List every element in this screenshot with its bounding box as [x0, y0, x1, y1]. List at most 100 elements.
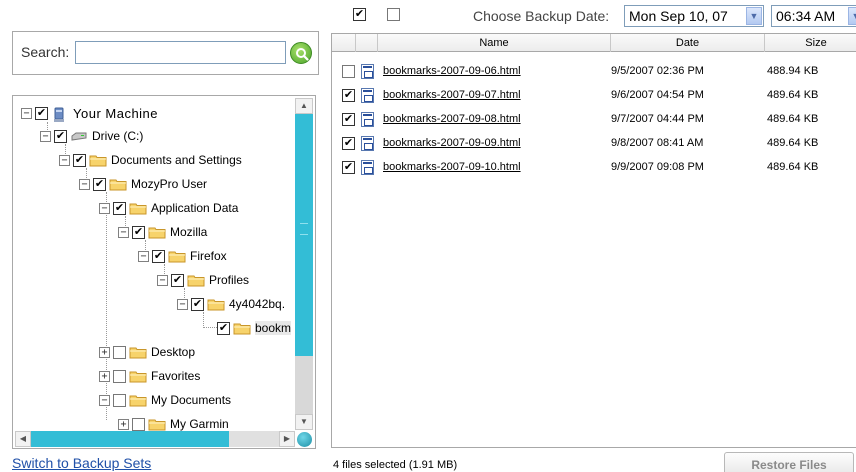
select-none-checkbox[interactable] — [387, 8, 400, 21]
tree-item-desktop[interactable]: + Desktop — [99, 343, 195, 361]
tree-item-your-machine[interactable]: − ✔ Your Machine — [21, 104, 158, 122]
folder-icon — [109, 178, 127, 191]
html-file-icon — [361, 64, 374, 79]
tree-item-label: Drive (C:) — [92, 129, 144, 143]
collapse-toggle[interactable]: − — [99, 202, 110, 214]
column-header-check — [332, 34, 356, 52]
expand-toggle[interactable]: + — [118, 418, 129, 430]
search-button[interactable] — [290, 42, 312, 64]
column-header-icon — [356, 34, 378, 52]
scroll-right-icon[interactable]: ▶ — [279, 431, 295, 447]
collapse-toggle[interactable]: − — [99, 394, 110, 406]
tree-checkbox[interactable] — [113, 345, 126, 359]
tree-item-drive[interactable]: − ✔ Drive (C:) — [40, 127, 143, 145]
file-size: 488.94 KB — [767, 65, 819, 77]
table-row[interactable]: ✔ bookmarks-2007-09-10.html 9/9/2007 09:… — [332, 156, 856, 180]
tree-checkbox[interactable] — [113, 369, 126, 383]
search-panel: Search: — [12, 31, 319, 75]
file-name-link[interactable]: bookmarks-2007-09-08.html — [383, 113, 521, 125]
chevron-down-icon[interactable]: ▼ — [848, 7, 856, 25]
backup-date-select[interactable]: Mon Sep 10, 07 ▼ — [624, 5, 764, 27]
folder-icon — [129, 394, 147, 407]
tree-item-bookmarks[interactable]: ✔ bookm — [217, 319, 292, 337]
collapse-toggle[interactable]: − — [138, 250, 149, 262]
select-all-checkbox[interactable]: ✔ — [353, 8, 366, 21]
collapse-toggle[interactable]: − — [177, 298, 188, 310]
selection-status: 4 files selected (1.91 MB) — [333, 459, 458, 471]
html-file-icon — [361, 88, 374, 103]
collapse-toggle[interactable]: − — [40, 130, 51, 142]
tree-checkbox[interactable]: ✔ — [132, 225, 145, 239]
table-row[interactable]: bookmarks-2007-09-06.html 9/5/2007 02:36… — [332, 60, 856, 84]
scroll-grip-icon[interactable] — [300, 223, 308, 235]
tree-checkbox[interactable]: ✔ — [217, 321, 230, 335]
collapse-toggle[interactable]: − — [79, 178, 90, 190]
table-row[interactable]: ✔ bookmarks-2007-09-09.html 9/8/2007 08:… — [332, 132, 856, 156]
switch-to-backup-sets-link[interactable]: Switch to Backup Sets — [12, 455, 151, 471]
folder-icon — [129, 346, 147, 359]
column-header-name[interactable]: Name — [378, 34, 611, 52]
html-file-icon — [361, 160, 374, 175]
tree-checkbox[interactable]: ✔ — [152, 249, 165, 263]
tree-item-profile-folder[interactable]: − ✔ 4y4042bq. — [177, 295, 285, 313]
tree-item-mozilla[interactable]: − ✔ Mozilla — [118, 223, 207, 241]
tree-checkbox[interactable]: ✔ — [113, 201, 126, 215]
file-list[interactable]: Name Date Size bookmarks-2007-09-06.html… — [331, 33, 856, 448]
file-checkbox[interactable]: ✔ — [342, 113, 355, 126]
folder-icon — [129, 370, 147, 383]
expand-toggle[interactable]: + — [99, 370, 110, 382]
table-row[interactable]: ✔ bookmarks-2007-09-07.html 9/6/2007 04:… — [332, 84, 856, 108]
file-checkbox[interactable]: ✔ — [342, 137, 355, 150]
file-name-link[interactable]: bookmarks-2007-09-06.html — [383, 65, 521, 77]
tree-vertical-scrollbar[interactable]: ▲ ▼ — [295, 98, 313, 430]
file-checkbox[interactable] — [342, 65, 355, 78]
file-size: 489.64 KB — [767, 137, 819, 149]
chevron-down-icon[interactable]: ▼ — [746, 7, 762, 25]
scroll-left-icon[interactable]: ◀ — [15, 431, 31, 447]
scroll-down-icon[interactable]: ▼ — [295, 414, 313, 430]
tree-checkbox[interactable] — [113, 393, 126, 407]
file-checkbox[interactable]: ✔ — [342, 89, 355, 102]
file-name-link[interactable]: bookmarks-2007-09-10.html — [383, 161, 521, 173]
tree-item-my-documents[interactable]: − My Documents — [99, 391, 231, 409]
tree-checkbox[interactable]: ✔ — [171, 273, 184, 287]
tree-checkbox[interactable]: ✔ — [93, 177, 106, 191]
tree-item-documents-and-settings[interactable]: − ✔ Documents and Settings — [59, 151, 242, 169]
collapse-toggle[interactable]: − — [21, 107, 32, 119]
scroll-corner-icon — [297, 432, 312, 447]
column-header-date[interactable]: Date — [611, 34, 765, 52]
scroll-thumb[interactable] — [31, 431, 229, 447]
tree-item-mozypro-user[interactable]: − ✔ MozyPro User — [79, 175, 207, 193]
tree-item-label: 4y4042bq. — [229, 297, 286, 311]
html-file-icon — [361, 112, 374, 127]
tree-item-favorites[interactable]: + Favorites — [99, 367, 200, 385]
tree-checkbox[interactable]: ✔ — [35, 106, 48, 120]
tree-item-firefox[interactable]: − ✔ Firefox — [138, 247, 227, 265]
file-name-link[interactable]: bookmarks-2007-09-09.html — [383, 137, 521, 149]
restore-files-button[interactable]: Restore Files — [724, 452, 854, 472]
tree-horizontal-scrollbar[interactable]: ◀ ▶ — [15, 431, 295, 447]
tree-checkbox[interactable]: ✔ — [73, 153, 86, 167]
scroll-up-icon[interactable]: ▲ — [295, 98, 313, 114]
expand-toggle[interactable]: + — [99, 346, 110, 358]
folder-icon — [89, 154, 107, 167]
tree-checkbox[interactable] — [132, 417, 145, 431]
column-header-size[interactable]: Size — [765, 34, 856, 52]
collapse-toggle[interactable]: − — [157, 274, 168, 286]
collapse-toggle[interactable]: − — [118, 226, 129, 238]
collapse-toggle[interactable]: − — [59, 154, 70, 166]
table-row[interactable]: ✔ bookmarks-2007-09-08.html 9/7/2007 04:… — [332, 108, 856, 132]
backup-time-select[interactable]: 06:34 AM ▼ — [771, 5, 856, 27]
tree-checkbox[interactable]: ✔ — [54, 129, 67, 143]
tree-item-application-data[interactable]: − ✔ Application Data — [99, 199, 238, 217]
tree-item-profiles[interactable]: − ✔ Profiles — [157, 271, 249, 289]
folder-icon — [207, 298, 225, 311]
file-name-link[interactable]: bookmarks-2007-09-07.html — [383, 89, 521, 101]
tree-checkbox[interactable]: ✔ — [191, 297, 204, 311]
folder-tree[interactable]: − ✔ Your Machine − ✔ Drive (C:) − ✔ Docu… — [12, 95, 316, 449]
tree-item-label: bookm — [255, 321, 292, 335]
scroll-track[interactable] — [295, 356, 313, 414]
search-input[interactable] — [75, 41, 286, 64]
tree-item-label: Application Data — [151, 201, 239, 215]
file-checkbox[interactable]: ✔ — [342, 161, 355, 174]
